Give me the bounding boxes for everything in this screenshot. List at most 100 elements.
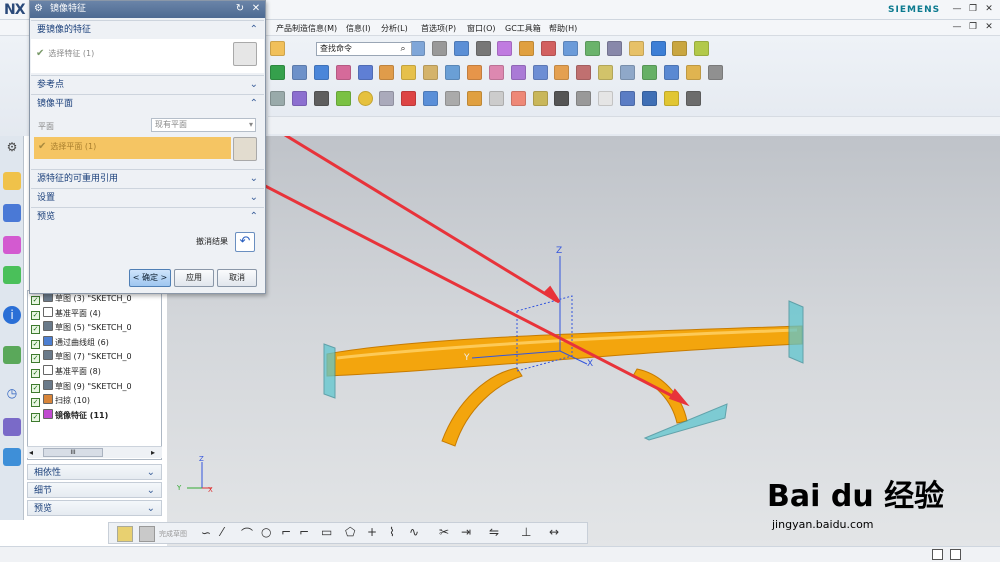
- cancel-button[interactable]: 取消: [217, 269, 257, 287]
- settings-gear-icon[interactable]: ⚙: [3, 138, 21, 156]
- tree-row[interactable]: ✓ 草图 (9) "SKETCH_0: [31, 379, 132, 394]
- revolve-icon[interactable]: [313, 65, 329, 80]
- unite-icon[interactable]: [466, 65, 482, 80]
- tree-row[interactable]: ✓ 镜像特征 (11): [31, 408, 108, 423]
- minimize-icon[interactable]: —: [950, 3, 964, 15]
- offset-icon[interactable]: [641, 65, 657, 80]
- trim-icon[interactable]: [598, 65, 614, 80]
- undo-result-button[interactable]: ↶: [235, 232, 255, 252]
- chevron-up-icon[interactable]: ⌃: [250, 208, 258, 226]
- checkbox-icon[interactable]: ✓: [31, 398, 40, 408]
- dialog-gear-icon[interactable]: ⚙: [34, 3, 46, 15]
- component-icon[interactable]: [650, 41, 666, 56]
- reset-icon[interactable]: ↻: [234, 3, 246, 15]
- section-icon[interactable]: [445, 91, 460, 106]
- finish-sketch-label[interactable]: 完成草图: [159, 529, 187, 539]
- scroll-thumb[interactable]: III: [43, 448, 103, 457]
- chevron-down-icon[interactable]: ⌄: [147, 483, 155, 499]
- cube-icon[interactable]: [694, 41, 710, 56]
- render-style-icon[interactable]: [431, 41, 447, 56]
- doc-restore-icon[interactable]: ❐: [966, 21, 980, 33]
- table-icon[interactable]: [510, 91, 526, 106]
- fillet-icon[interactable]: ⌐: [281, 525, 291, 539]
- hammer-icon[interactable]: [672, 41, 688, 56]
- csys-icon[interactable]: [423, 91, 439, 106]
- datum-icon[interactable]: [379, 91, 395, 106]
- constraint-navigator-icon[interactable]: [3, 236, 21, 254]
- ok-button[interactable]: < 确定 >: [129, 269, 171, 287]
- mirror-curve-icon[interactable]: ⇋: [489, 525, 499, 539]
- tag-icon[interactable]: [628, 41, 644, 56]
- more-icon[interactable]: [707, 65, 723, 80]
- tree-row[interactable]: ✓ 扫掠 (10): [31, 394, 90, 408]
- curve-icon[interactable]: [291, 91, 307, 106]
- dialog-title[interactable]: 镜像特征: [30, 1, 265, 18]
- plane-type-select[interactable]: 现有平面 ▾: [151, 118, 256, 132]
- constraint-icon[interactable]: ⊥: [521, 525, 531, 539]
- finish-sketch-icon[interactable]: [139, 526, 155, 542]
- wcs-icon[interactable]: [519, 41, 535, 56]
- intersect-icon[interactable]: [510, 65, 526, 80]
- dependencies-panel[interactable]: 相依性 ⌄: [27, 464, 162, 480]
- dimension-sketch-icon[interactable]: ↔: [549, 525, 559, 539]
- sweep-icon[interactable]: [335, 65, 351, 80]
- layer-icon[interactable]: [584, 41, 600, 56]
- assembly-navigator-icon[interactable]: [3, 204, 21, 222]
- bearing-icon[interactable]: [663, 91, 679, 106]
- assembly-icon[interactable]: [606, 41, 622, 56]
- section-preview[interactable]: 预览 ⌃: [31, 207, 264, 225]
- section-reusable-references[interactable]: 源特征的可重用引用 ⌄: [31, 169, 264, 187]
- horizontal-scrollbar[interactable]: ◂ III ▸: [27, 446, 162, 458]
- dimension-icon[interactable]: [541, 41, 557, 56]
- edge-blend-icon[interactable]: [532, 65, 548, 80]
- details-panel[interactable]: 细节 ⌄: [27, 482, 162, 498]
- gear-part-icon[interactable]: [532, 91, 548, 106]
- menu-analysis[interactable]: 分析(L): [381, 23, 408, 34]
- checkbox-icon[interactable]: ✓: [31, 369, 40, 378]
- tree-row[interactable]: ✓ 草图 (7) "SKETCH_0: [31, 350, 132, 364]
- part-navigator-icon[interactable]: [3, 172, 21, 190]
- fit-view-icon[interactable]: [409, 41, 425, 56]
- system-materials-icon[interactable]: [3, 418, 21, 436]
- section-settings[interactable]: 设置 ⌄: [31, 188, 264, 206]
- circle-icon[interactable]: ○: [261, 525, 271, 539]
- measure-icon[interactable]: [563, 41, 578, 56]
- tree-row[interactable]: ✓ 草图 (5) "SKETCH_0: [31, 321, 132, 335]
- shaded-icon[interactable]: [453, 41, 469, 56]
- edit-section-icon[interactable]: [497, 41, 513, 56]
- info-icon[interactable]: i: [3, 306, 21, 324]
- menu-preferences[interactable]: 首选项(P): [421, 23, 456, 34]
- pencil-icon[interactable]: [641, 91, 657, 106]
- gdt-icon[interactable]: [576, 91, 592, 106]
- section-reference-point[interactable]: 参考点 ⌄: [31, 75, 264, 93]
- checkbox-icon[interactable]: ✓: [31, 339, 40, 349]
- pattern-icon[interactable]: [685, 65, 701, 80]
- scroll-right-icon[interactable]: ▸: [151, 448, 155, 457]
- background-icon[interactable]: [475, 41, 491, 56]
- spline-icon[interactable]: ∿: [409, 525, 419, 539]
- section-mirror-plane[interactable]: 镜像平面 ⌃: [31, 94, 264, 112]
- point-sketch-icon[interactable]: +: [367, 525, 377, 539]
- move-object-icon[interactable]: [270, 41, 285, 56]
- chevron-down-icon[interactable]: ⌄: [250, 170, 258, 188]
- axis-icon[interactable]: [401, 91, 417, 106]
- chamfer-sketch-icon[interactable]: ⌐: [299, 525, 309, 539]
- profile-icon[interactable]: ∽: [201, 526, 211, 540]
- checkbox-icon[interactable]: ✓: [31, 310, 40, 320]
- csv-icon[interactable]: [270, 91, 285, 106]
- thicken-icon[interactable]: [663, 65, 679, 80]
- sketch-icon[interactable]: [117, 526, 133, 542]
- doc-close-icon[interactable]: ✕: [982, 21, 996, 33]
- close-icon[interactable]: ✕: [982, 3, 996, 15]
- sphere-icon[interactable]: [423, 65, 439, 80]
- arc-icon[interactable]: ⌒: [241, 525, 253, 542]
- chevron-down-icon[interactable]: ▾: [249, 119, 253, 131]
- tree-row[interactable]: ✓ 基准平面 (4): [31, 306, 101, 321]
- extrude-icon[interactable]: [291, 65, 307, 80]
- menu-gc-toolbox[interactable]: GC工具箱: [505, 23, 541, 34]
- preview-panel[interactable]: 预览 ⌄: [27, 500, 162, 516]
- checkbox-icon[interactable]: ✓: [31, 412, 40, 422]
- drawing-icon[interactable]: [554, 91, 570, 106]
- chevron-down-icon[interactable]: ⌄: [147, 501, 155, 517]
- checkbox-icon[interactable]: ✓: [31, 383, 40, 393]
